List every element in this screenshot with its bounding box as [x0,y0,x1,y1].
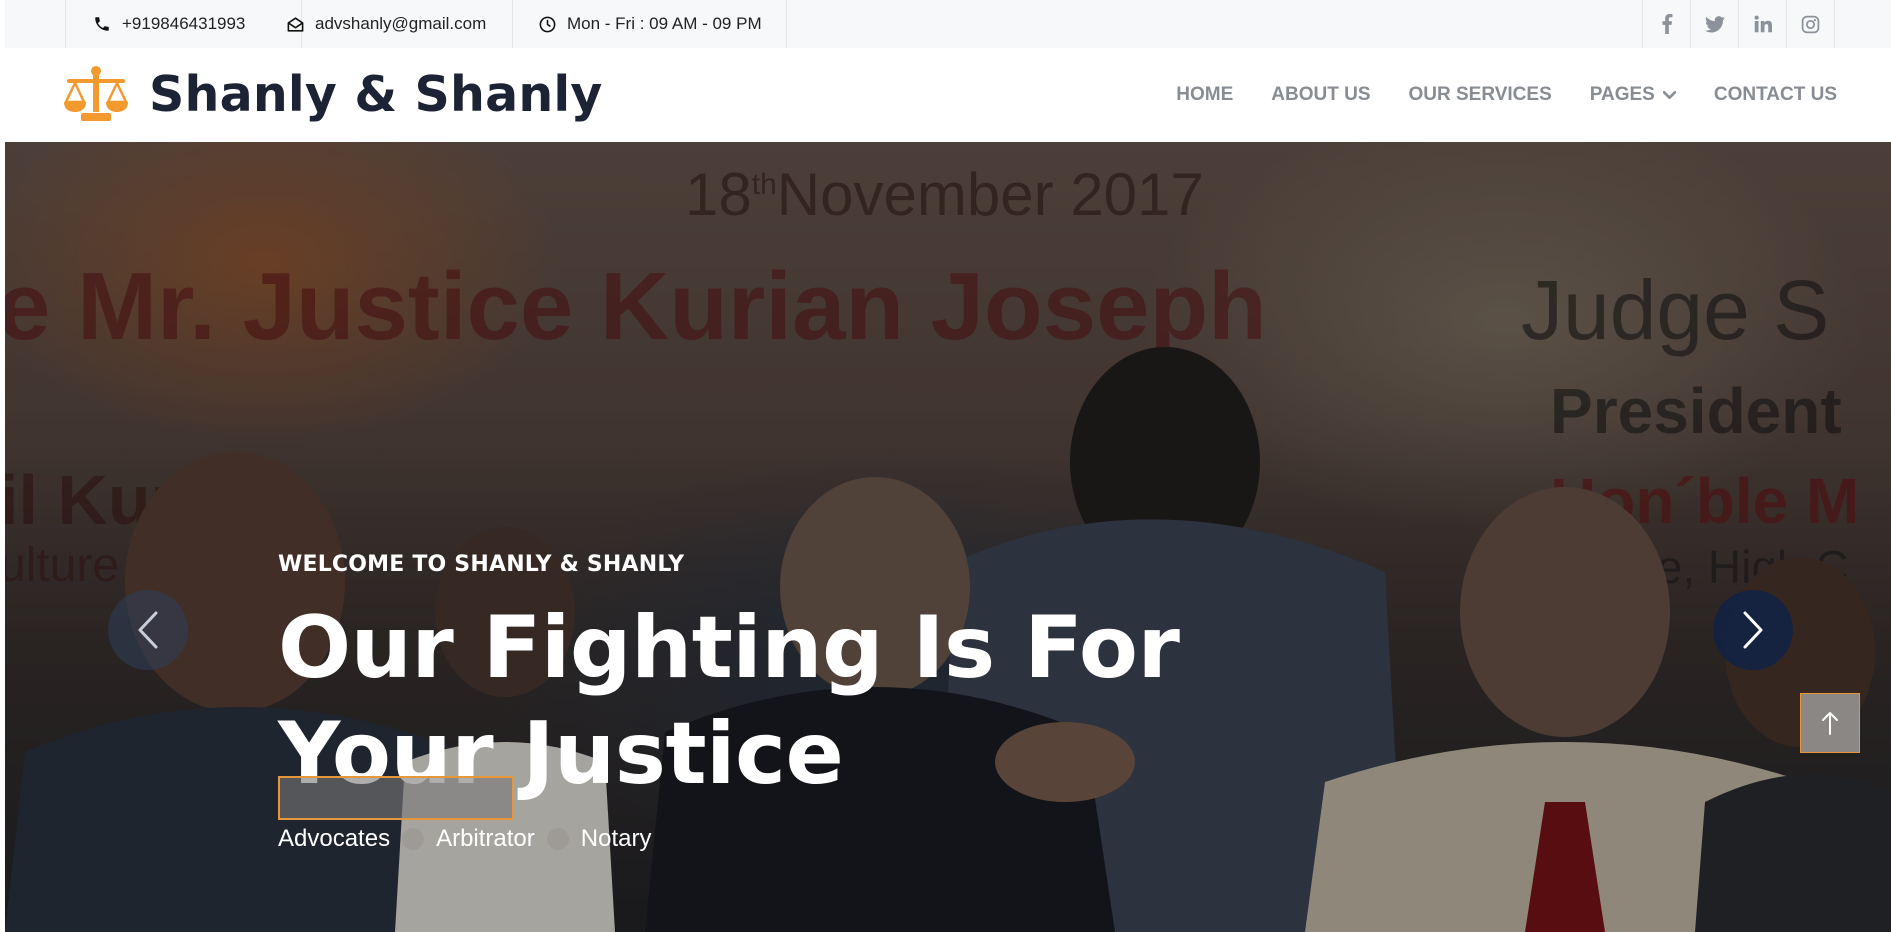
facebook-icon [1661,14,1672,34]
hero-cta-button[interactable] [278,776,514,820]
site-logo[interactable]: Shanly & Shanly [63,64,603,124]
nav-home[interactable]: HOME [1176,84,1233,106]
facebook-link[interactable] [1643,0,1691,48]
brand-name: Shanly & Shanly [149,65,603,123]
arrow-up-icon [1822,712,1838,735]
clock-icon [537,14,557,34]
envelope-open-icon [285,14,305,34]
phone-icon [92,14,112,34]
hours-text: Mon - Fri : 09 AM - 09 PM [567,14,762,33]
slider-prev-button[interactable] [108,590,188,670]
separator-dot [402,828,425,850]
main-navbar: Shanly & Shanly HOME ABOUT US OUR SERVIC… [5,48,1891,142]
chevron-right-icon [1743,611,1763,649]
nav-pages[interactable]: PAGES [1590,84,1676,106]
main-menu: HOME ABOUT US OUR SERVICES PAGES CONTACT… [1138,48,1837,142]
nav-about-us[interactable]: ABOUT US [1271,84,1370,106]
email-address: advshanly@gmail.com [315,14,487,33]
phone-number: +919846431993 [122,14,246,33]
social-links [1642,0,1835,48]
twitter-link[interactable] [1691,0,1739,48]
email-contact[interactable]: advshanly@gmail.com [261,0,513,48]
nav-pages-label: PAGES [1589,84,1655,105]
tag-arbitrator: Arbitrator [436,825,535,852]
instagram-link[interactable] [1787,0,1835,48]
chevron-down-icon [1662,90,1676,100]
nav-contact-us[interactable]: CONTACT US [1714,84,1837,106]
hero-eyebrow: WELCOME TO SHANLY & SHANLY [278,552,685,577]
scales-of-justice-icon [64,66,128,121]
office-hours: Mon - Fri : 09 AM - 09 PM [513,0,787,48]
linkedin-icon [1754,15,1772,33]
linkedin-link[interactable] [1739,0,1787,48]
page-frame: +919846431993 advshanly@gmail.com Mon - … [5,0,1891,932]
separator-dot [546,828,569,850]
hero-tagline: Advocates Arbitrator Notary [278,825,1478,853]
top-info-bar: +919846431993 advshanly@gmail.com Mon - … [5,0,1891,49]
instagram-icon [1801,15,1820,33]
tag-notary: Notary [580,825,652,852]
back-to-top-button[interactable] [1800,693,1860,753]
slider-next-button[interactable] [1713,590,1793,670]
twitter-icon [1704,15,1725,32]
nav-our-services[interactable]: OUR SERVICES [1409,84,1552,106]
tag-advocates: Advocates [278,825,391,852]
chevron-left-icon [138,611,158,649]
